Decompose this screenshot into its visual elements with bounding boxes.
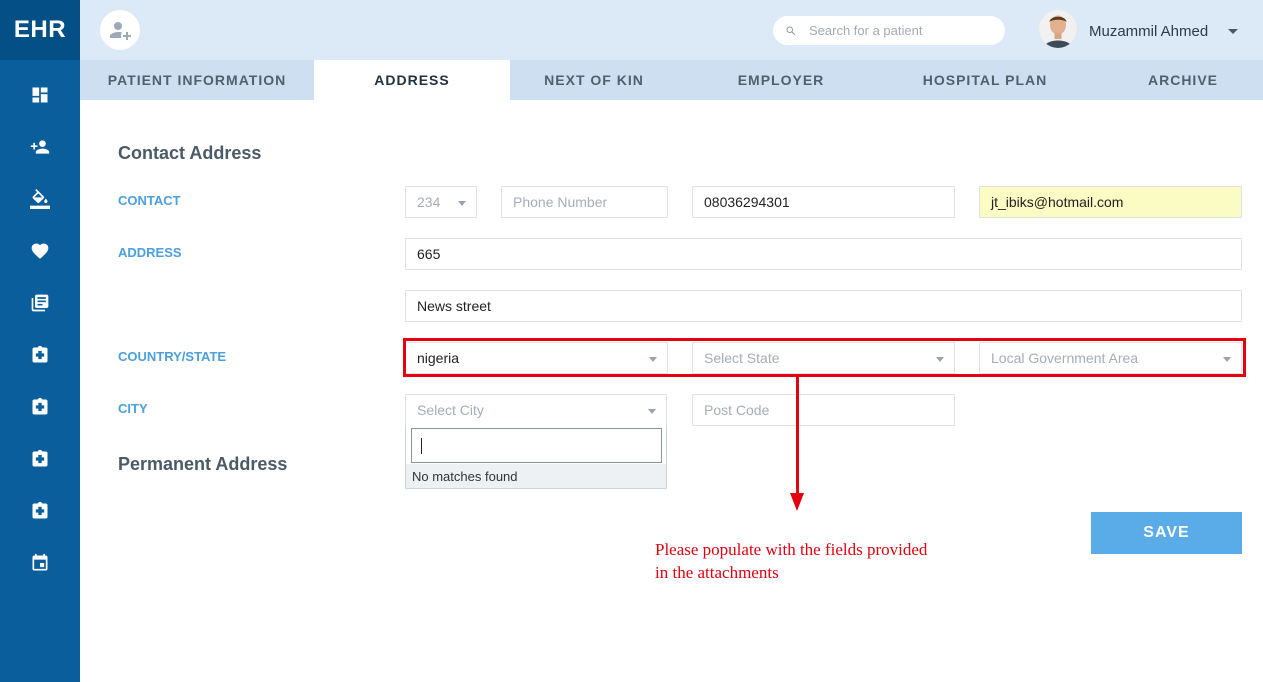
tab-employer[interactable]: EMPLOYER — [678, 60, 884, 100]
chevron-down-icon — [1223, 357, 1231, 362]
annotation-arrow-line — [796, 377, 799, 495]
phone-number-field[interactable]: Phone Number — [501, 186, 668, 218]
user-name[interactable]: Muzammil Ahmed — [1089, 23, 1208, 40]
state-select[interactable]: Select State — [692, 342, 955, 374]
annotation-line-1: Please populate with the fields provided — [655, 540, 928, 559]
country-code-select[interactable]: 234 — [405, 186, 477, 218]
medical-record-icon[interactable] — [29, 448, 51, 470]
medical-record-icon[interactable] — [29, 396, 51, 418]
chevron-down-icon — [458, 201, 466, 206]
add-patient-button[interactable] — [100, 10, 140, 50]
medical-record-icon[interactable] — [29, 344, 51, 366]
chevron-down-icon — [936, 357, 944, 362]
country-code-value: 234 — [417, 194, 441, 210]
lga-select[interactable]: Local Government Area — [979, 342, 1242, 374]
tab-archive[interactable]: ARCHIVE — [1086, 60, 1263, 100]
brand-logo: EHR — [0, 0, 80, 60]
address-line2-field[interactable]: News street — [405, 290, 1242, 322]
dashboard-icon[interactable] — [29, 84, 51, 106]
city-dropdown: No matches found — [405, 425, 667, 489]
annotation-note: Please populate with the fields provided… — [655, 538, 1015, 584]
post-code-field[interactable]: Post Code — [692, 394, 955, 426]
sidebar: EHR — [0, 0, 80, 682]
search-input[interactable] — [809, 23, 989, 38]
paint-bucket-icon[interactable] — [29, 188, 51, 210]
tab-bar: PATIENT INFORMATION ADDRESS NEXT OF KIN … — [80, 60, 1263, 100]
city-placeholder: Select City — [417, 402, 484, 418]
contact-label: CONTACT — [118, 193, 181, 208]
save-button[interactable]: SAVE — [1091, 512, 1242, 554]
email-field[interactable]: jt_ibiks@hotmail.com — [979, 186, 1242, 218]
city-dropdown-search-input[interactable] — [411, 428, 662, 463]
permanent-address-title: Permanent Address — [118, 454, 288, 474]
phone-number-value-field[interactable]: 08036294301 — [692, 186, 955, 218]
chevron-down-icon — [649, 357, 657, 362]
city-select[interactable]: Select City — [405, 394, 667, 426]
search-icon — [786, 26, 796, 35]
city-label: CITY — [118, 401, 148, 416]
add-person-icon — [110, 22, 131, 40]
address-label: ADDRESS — [118, 245, 182, 260]
annotation-arrow-icon — [790, 493, 804, 511]
country-value: nigeria — [417, 350, 460, 366]
topbar: Muzammil Ahmed — [80, 0, 1263, 60]
contact-address-title: Contact Address — [118, 143, 262, 163]
address-line1-field[interactable]: 665 — [405, 238, 1242, 270]
avatar[interactable] — [1039, 10, 1077, 48]
country-state-label: COUNTRY/STATE — [118, 349, 227, 364]
chevron-down-icon[interactable] — [1228, 29, 1238, 34]
tab-patient-information[interactable]: PATIENT INFORMATION — [80, 60, 314, 100]
annotation-line-2: in the attachments — [655, 563, 779, 582]
heart-icon[interactable] — [29, 240, 51, 262]
state-placeholder: Select State — [704, 350, 780, 366]
calendar-icon[interactable] — [29, 552, 51, 574]
library-books-icon[interactable] — [29, 292, 51, 314]
tab-address[interactable]: ADDRESS — [314, 60, 510, 100]
add-person-icon[interactable] — [29, 136, 51, 158]
tab-next-of-kin[interactable]: NEXT OF KIN — [510, 60, 678, 100]
tab-hospital-plan[interactable]: HOSPITAL PLAN — [884, 60, 1086, 100]
country-select[interactable]: nigeria — [405, 342, 668, 374]
no-matches-message: No matches found — [406, 464, 666, 488]
text-cursor — [421, 438, 422, 454]
medical-record-icon[interactable] — [29, 500, 51, 522]
chevron-down-icon — [648, 409, 656, 414]
patient-search[interactable] — [773, 16, 1005, 45]
lga-placeholder: Local Government Area — [991, 350, 1139, 366]
